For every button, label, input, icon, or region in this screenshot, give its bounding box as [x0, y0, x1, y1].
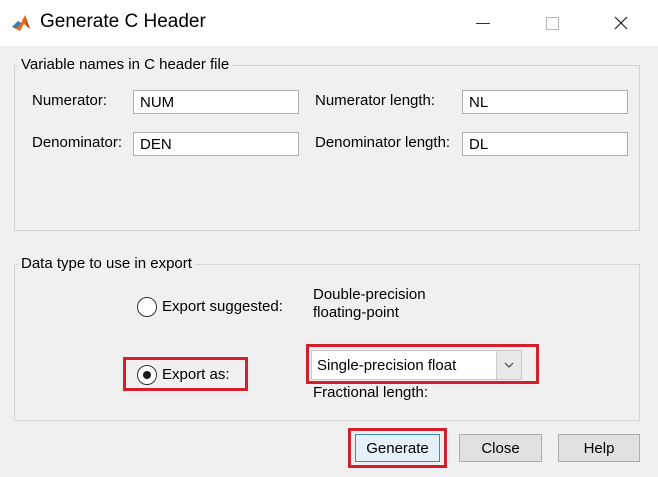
numerator-length-label: Numerator length:: [315, 92, 436, 109]
export-suggested-radio[interactable]: [137, 297, 157, 317]
minimize-icon: [476, 22, 490, 24]
minimize-button[interactable]: [460, 0, 506, 46]
close-button[interactable]: Close: [459, 434, 542, 462]
close-icon: [614, 16, 628, 30]
suggested-type-line1: Double-precision: [313, 286, 426, 303]
matlab-icon: [10, 12, 32, 34]
denominator-length-field[interactable]: DL: [462, 132, 628, 156]
dropdown-arrow-button[interactable]: [496, 351, 521, 379]
export-type-value: Single-precision float: [317, 357, 457, 374]
export-type-dropdown[interactable]: Single-precision float: [311, 350, 522, 380]
denominator-label: Denominator:: [32, 134, 123, 151]
numerator-field[interactable]: NUM: [133, 90, 299, 114]
numerator-label: Numerator:: [32, 92, 108, 109]
generate-button[interactable]: Generate: [355, 434, 440, 462]
export-as-radio[interactable]: [137, 365, 157, 385]
export-suggested-label: Export suggested:: [162, 298, 283, 315]
fractional-length-label: Fractional length:: [313, 384, 429, 401]
denominator-field[interactable]: DEN: [133, 132, 299, 156]
variable-names-group-title: Variable names in C header file: [18, 56, 233, 73]
maximize-icon: [545, 16, 559, 30]
close-window-button[interactable]: [598, 0, 644, 46]
radio-selected-dot: [143, 371, 151, 379]
maximize-button[interactable]: [529, 0, 575, 46]
data-type-group-title: Data type to use in export: [18, 255, 195, 272]
chevron-down-icon: [504, 362, 514, 368]
export-as-label: Export as:: [162, 366, 230, 383]
title-bar: Generate C Header: [0, 0, 658, 46]
numerator-length-field[interactable]: NL: [462, 90, 628, 114]
window-title: Generate C Header: [40, 11, 206, 32]
suggested-type-line2: floating-point: [313, 304, 399, 321]
denominator-length-label: Denominator length:: [315, 134, 451, 151]
help-button[interactable]: Help: [558, 434, 640, 462]
